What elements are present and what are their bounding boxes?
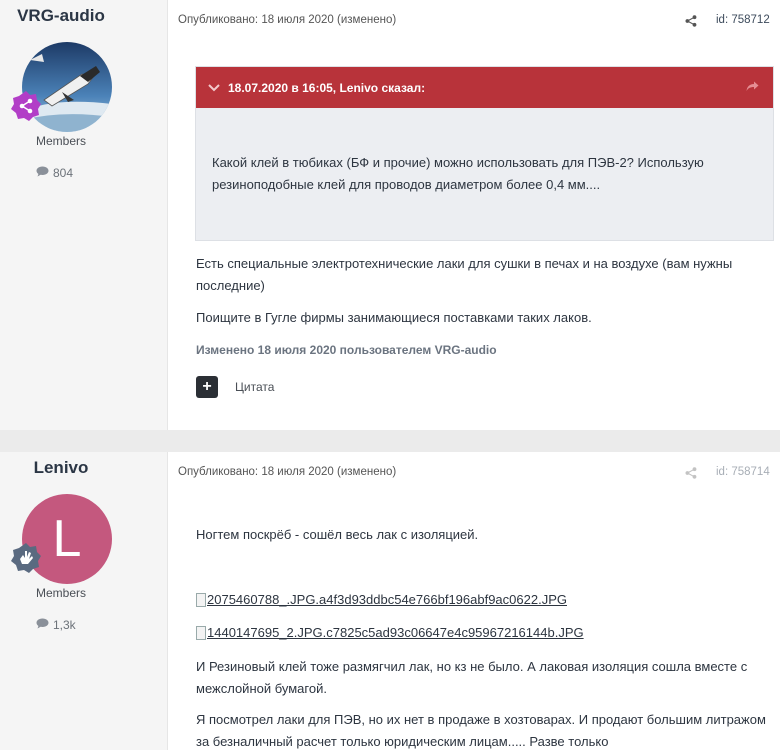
edited-note: Изменено 18 июля 2020 пользователем VRG-… <box>196 343 497 357</box>
image-filename: 2075460788_.JPG.a4f3d93ddbc54e766bf196ab… <box>207 592 567 607</box>
post-paragraph: И Резиновый клей тоже размягчил лак, но … <box>196 659 748 696</box>
post-758712: VRG-audio Members 804 Опубликовано: 18 и… <box>0 0 780 430</box>
post-date[interactable]: Опубликовано: 18 июля 2020 (изменено) <box>178 14 396 26</box>
quote-button[interactable]: Цитата <box>235 380 274 394</box>
post-count: 804 <box>36 166 73 180</box>
quote-citation: 18.07.2020 в 16:05, Lenivo сказал: <box>228 80 426 95</box>
author-name[interactable]: VRG-audio <box>0 6 122 26</box>
post-paragraph: Поищите в Гугле фирмы занимающиеся поста… <box>196 310 592 325</box>
quote-header[interactable]: 18.07.2020 в 16:05, Lenivo сказал: <box>196 67 773 108</box>
share-icon[interactable] <box>685 466 697 484</box>
comment-icon <box>36 618 49 632</box>
avatar-letter: L <box>52 510 82 568</box>
image-filename: 1440147695_2.JPG.c7825c5ad93c06647e4c959… <box>207 625 584 640</box>
image-link[interactable]: 1440147695_2.JPG.c7825c5ad93c06647e4c959… <box>196 625 584 640</box>
post-id-link[interactable]: id: 758714 <box>716 466 770 478</box>
post-paragraph: Есть специальные электротехнические лаки… <box>196 256 733 293</box>
group-badge-icon <box>10 542 42 574</box>
reply-arrow-icon[interactable] <box>746 81 759 95</box>
member-group: Members <box>35 586 86 600</box>
broken-image-icon <box>196 625 206 640</box>
share-icon[interactable] <box>685 14 697 32</box>
broken-image-icon <box>196 592 206 607</box>
post-paragraph: Ногтем поскрёб - сошёл весь лак с изоляц… <box>196 527 479 542</box>
post-count: 1,3k <box>36 618 76 632</box>
post-paragraph: Я посмотрел лаки для ПЭВ, но их нет в пр… <box>196 712 766 749</box>
post-count-value: 1,3k <box>53 618 76 632</box>
author-name[interactable]: Lenivo <box>0 458 122 478</box>
image-link[interactable]: 2075460788_.JPG.a4f3d93ddbc54e766bf196ab… <box>196 592 567 607</box>
post-divider <box>0 430 780 452</box>
quote-block: 18.07.2020 в 16:05, Lenivo сказал: Какой… <box>195 66 774 241</box>
add-reaction-button[interactable]: + <box>196 376 218 398</box>
post-count-value: 804 <box>53 166 74 180</box>
post-id-link[interactable]: id: 758712 <box>716 14 770 26</box>
chevron-down-icon[interactable] <box>208 81 220 95</box>
author-panel: VRG-audio Members 804 <box>0 0 168 430</box>
post-758714: Lenivo L Members 1,3k Опубликовано: 18 и… <box>0 452 780 750</box>
member-group: Members <box>35 134 86 148</box>
post-date[interactable]: Опубликовано: 18 июля 2020 (изменено) <box>178 466 396 478</box>
author-panel: Lenivo L Members 1,3k <box>0 452 168 750</box>
quote-text: Какой клей в тюбиках (БФ и прочие) можно… <box>212 155 704 192</box>
comment-icon <box>36 166 49 180</box>
group-badge-icon <box>10 90 42 122</box>
